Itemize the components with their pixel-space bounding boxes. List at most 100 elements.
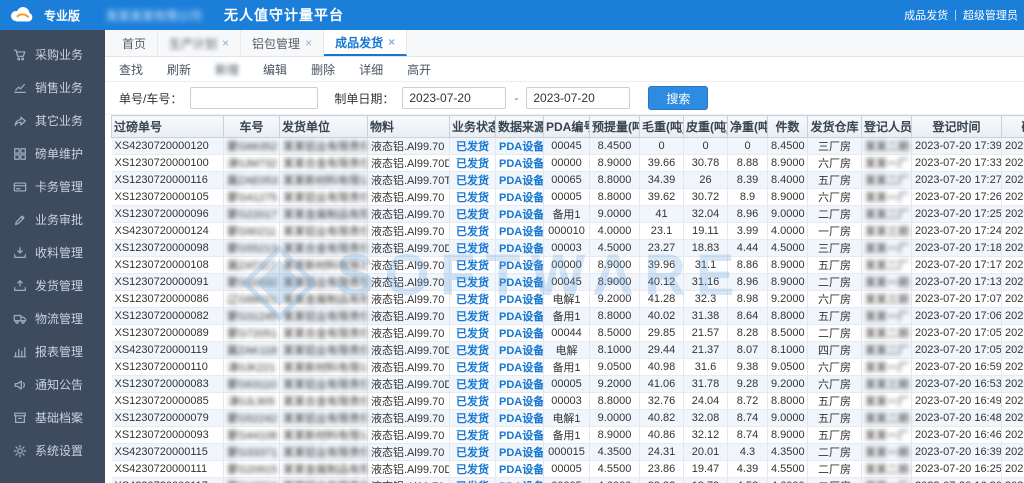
cell-status: 已发货 — [450, 240, 496, 257]
sidebar-item-settings[interactable]: 系统设置 — [0, 434, 105, 467]
table-row[interactable]: XS4230720000115蒙G33371某某铝业有限责任公司液态铝.Al99… — [112, 444, 1024, 461]
sidebar-item-approval[interactable]: 业务审批 — [0, 203, 105, 236]
close-icon[interactable]: × — [388, 36, 395, 48]
cell-warehouse: 三厂房 — [808, 240, 862, 257]
table-row[interactable]: XS4230720000119冀ZAK118某某铝业有限责任公司液态铝.Al99… — [112, 342, 1024, 359]
toolbar-button-edit[interactable]: 编辑 — [263, 61, 287, 78]
toolbar-button-delete[interactable]: 删除 — [311, 61, 335, 78]
column-header-tare[interactable]: 皮重(吨) — [684, 116, 728, 138]
table-row[interactable]: XS1230720000100津0JM732某某合金有限责任公司液态铝.Al99… — [112, 155, 1024, 172]
cell-shipper: 某某新材料有限公司 — [280, 427, 368, 444]
cell-source: PDA设备 — [496, 376, 544, 393]
table-row[interactable]: XS1230720000079蒙G52242某某铝业有限责任公司液态铝.Al99… — [112, 410, 1024, 427]
cell-plate_no: 蒙G18824 — [224, 478, 280, 483]
topbar-user[interactable]: 超级管理员 — [963, 7, 1018, 23]
column-header-material[interactable]: 物料 — [368, 116, 450, 138]
tab-label: 成品发货 — [335, 34, 383, 51]
table-row[interactable]: XS1230720000110津0JK221某某新材料有限公司液态铝.Al99.… — [112, 359, 1024, 376]
column-header-status[interactable]: 业务状态 — [450, 116, 496, 138]
close-icon[interactable]: × — [222, 37, 229, 49]
column-header-gross[interactable]: 毛重(吨) — [640, 116, 684, 138]
topbar-module-link[interactable]: 成品发货 — [904, 7, 948, 23]
table-row[interactable]: XS4230720000117蒙G18824某某铝业有限责任公司液态铝.Al99… — [112, 478, 1024, 483]
cell-material: 液态铝.Al99.70T — [368, 172, 450, 189]
column-header-net[interactable]: 净重(吨) — [728, 116, 768, 138]
cell-net: 8.98 — [728, 291, 768, 308]
toolbar-button-detail[interactable]: 详细 — [359, 61, 383, 78]
cell-warehouse: 二厂房 — [808, 206, 862, 223]
cell-confirm_time: 2023-07-20 17:35 — [1002, 155, 1024, 172]
table-row[interactable]: XS1230720000085津0JL905某某合金有限责任公司液态铝.Al99… — [112, 393, 1024, 410]
tab-label: 铝包管理 — [252, 35, 300, 52]
cell-confirm_time: 2023-07-20 16:55 — [1002, 376, 1024, 393]
table-row[interactable]: XS4230720000120蒙G66352某某铝业有限责任公司液态铝.Al99… — [112, 138, 1024, 155]
table-row[interactable]: XS1230720000082蒙G31245某某铝业有限责任公司液态铝.Al99… — [112, 308, 1024, 325]
table-row[interactable]: XS1230720000089蒙G72051某某合金有限责任公司液态铝.Al99… — [112, 325, 1024, 342]
table-row[interactable]: XS1230720000093蒙G44108某某新材料有限公司液态铝.Al99.… — [112, 427, 1024, 444]
column-header-shipper[interactable]: 发货单位 — [280, 116, 368, 138]
cell-source: PDA设备 — [496, 155, 544, 172]
sidebar-item-sales[interactable]: 销售业务 — [0, 71, 105, 104]
tab-home[interactable]: 首页 — [111, 30, 158, 56]
column-header-plate_no[interactable]: 车号 — [224, 116, 280, 138]
waybill-input[interactable] — [190, 87, 318, 109]
column-header-plan_qty[interactable]: 预提量(吨) — [590, 116, 640, 138]
column-header-source[interactable]: 数据来源 — [496, 116, 544, 138]
column-header-pieces[interactable]: 件数 — [768, 116, 808, 138]
sidebar-item-other[interactable]: 其它业务 — [0, 104, 105, 137]
table-row[interactable]: XS1230720000116冀ZAE053某某新材料有限公司液态铝.Al99.… — [112, 172, 1024, 189]
sidebar-item-notice[interactable]: 通知公告 — [0, 368, 105, 401]
cell-pieces: 8.4000 — [768, 172, 808, 189]
tab-product-shipping[interactable]: 成品发货 × — [324, 30, 407, 56]
app-logo-cloud-icon — [8, 5, 38, 25]
sidebar-item-purchase[interactable]: 采购业务 — [0, 38, 105, 71]
cell-pda_no: 00045 — [544, 274, 590, 291]
sidebar-item-reports[interactable]: 报表管理 — [0, 335, 105, 368]
column-header-reg_time[interactable]: 登记时间 — [912, 116, 1002, 138]
table-row[interactable]: XS1230720000098蒙G55213某某合金有限责任公司液态铝.Al99… — [112, 240, 1024, 257]
close-icon[interactable]: × — [305, 37, 312, 49]
cell-material: 液态铝.Al99.70 — [368, 478, 450, 483]
column-header-bill_no[interactable]: 过磅单号 — [112, 116, 224, 138]
cell-pda_no: 00045 — [544, 138, 590, 155]
search-button[interactable]: 搜索 — [648, 86, 708, 110]
table-row[interactable]: XS1230720000086辽G88021某某金属制品有限公司液态铝.Al99… — [112, 291, 1024, 308]
cell-material: 液态铝.Al99.70 — [368, 359, 450, 376]
column-header-warehouse[interactable]: 发货仓库 — [808, 116, 862, 138]
sidebar-item-receiving[interactable]: 收料管理 — [0, 236, 105, 269]
cell-confirm_time: 2023-07-20 17:19 — [1002, 257, 1024, 274]
date-to-input[interactable] — [526, 87, 630, 109]
table-row[interactable]: XS1230720000091蒙G10332某某铝业有限责任公司液态铝.Al99… — [112, 274, 1024, 291]
sidebar-item-archives[interactable]: 基础档案 — [0, 401, 105, 434]
date-from-input[interactable] — [402, 87, 506, 109]
table-row[interactable]: XS4230720000124蒙G90211某某铝业有限责任公司液态铝.Al99… — [112, 223, 1024, 240]
column-header-pda_no[interactable]: PDA编号 — [544, 116, 590, 138]
tab-production-plan[interactable]: 生产计划× — [158, 30, 241, 56]
column-header-registrar[interactable]: 登记人员 — [862, 116, 912, 138]
table-row[interactable]: XS1230720000083蒙G63110某某铝业有限责任公司液态铝.Al99… — [112, 376, 1024, 393]
column-header-confirm_time[interactable]: 确认时间 — [1002, 116, 1024, 138]
cell-warehouse: 六厂房 — [808, 376, 862, 393]
cell-plate_no: 冀ZAT117 — [224, 257, 280, 274]
table-row[interactable]: XS1230720000108冀ZAT117某某新材料有限公司液态铝.Al99.… — [112, 257, 1024, 274]
cell-pda_no: 000015 — [544, 444, 590, 461]
table-row[interactable]: XS1230720000105蒙G41275某某铝业有限责任公司液态铝.Al99… — [112, 189, 1024, 206]
toolbar-button-find[interactable]: 查找 — [119, 61, 143, 78]
cell-registrar: 某某二厂 — [862, 257, 912, 274]
sidebar-item-logistics[interactable]: 物流管理 — [0, 302, 105, 335]
cell-plate_no: 冀ZAE053 — [224, 172, 280, 189]
table-row[interactable]: XS1230720000096蒙G22017某某金属制品有限公司液态铝.Al99… — [112, 206, 1024, 223]
sidebar-item-card[interactable]: 卡务管理 — [0, 170, 105, 203]
sidebar-item-shipping[interactable]: 发货管理 — [0, 269, 105, 302]
sidebar-item-weighbill[interactable]: 磅单维护 — [0, 137, 105, 170]
cell-pda_no: 00000 — [544, 257, 590, 274]
cell-status: 已发货 — [450, 410, 496, 427]
cell-plate_no: 津0JK221 — [224, 359, 280, 376]
table-row[interactable]: XS4230720000111蒙G20915某某金属制品有限公司液态铝.Al99… — [112, 461, 1024, 478]
toolbar-button-add[interactable]: 新增 — [215, 61, 239, 78]
cell-confirm_time: 2023-07-20 17:06 — [1002, 342, 1024, 359]
toolbar-button-open[interactable]: 高开 — [407, 61, 431, 78]
cell-shipper: 某某铝业有限责任公司 — [280, 189, 368, 206]
tab-ladle-management[interactable]: 铝包管理 × — [241, 30, 324, 56]
toolbar-button-refresh[interactable]: 刷新 — [167, 61, 191, 78]
